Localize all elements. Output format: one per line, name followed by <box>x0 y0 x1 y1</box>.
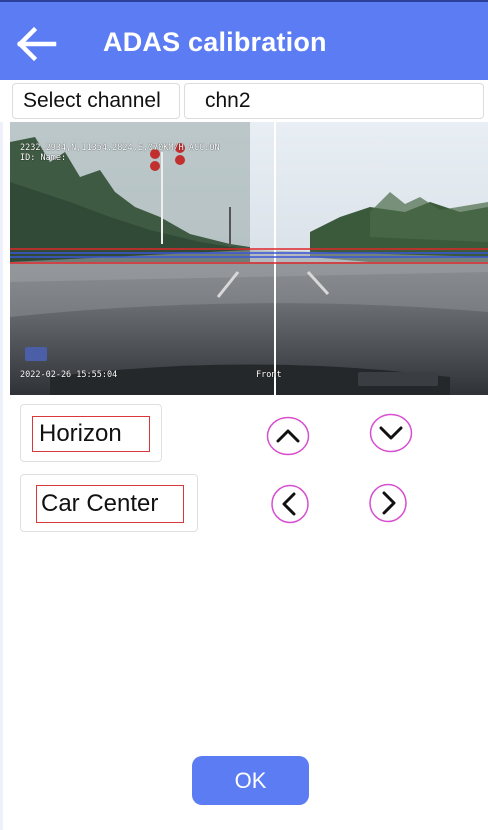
status-divider <box>0 0 488 2</box>
horizon-up-button[interactable] <box>266 416 310 456</box>
horizon-label-box: Horizon <box>20 404 162 462</box>
car-center-label-box: Car Center <box>20 474 198 532</box>
car-center-right-button[interactable] <box>368 483 408 523</box>
app-bar: ADAS calibration <box>0 0 488 80</box>
chevron-up-icon <box>266 416 310 456</box>
channel-selector[interactable]: chn2 <box>184 83 484 119</box>
channel-row: Select channel chn2 <box>0 80 488 122</box>
osd-id-line: ID: Name: <box>20 153 67 163</box>
camera-preview[interactable]: 2232.2934,N,11354.2824,E,070KM/H ACC:ON … <box>10 122 488 395</box>
camera-frame <box>10 122 488 395</box>
horizon-label: Horizon <box>32 416 150 452</box>
adas-calibration-screen: ADAS calibration Select channel chn2 223… <box>0 0 488 830</box>
left-edge-shade <box>0 80 3 830</box>
select-channel-label: Select channel <box>12 83 180 119</box>
ok-button[interactable]: OK <box>192 756 309 805</box>
arrow-left-icon <box>16 26 57 62</box>
chevron-left-icon <box>271 484 309 524</box>
horizon-down-button[interactable] <box>369 413 413 453</box>
chevron-right-icon <box>369 483 407 523</box>
osd-timestamp: 2022-02-26 15:55:04 <box>20 370 118 380</box>
car-center-label: Car Center <box>36 485 184 523</box>
page-title: ADAS calibration <box>103 27 327 57</box>
car-center-left-button[interactable] <box>270 484 310 524</box>
chevron-down-icon <box>369 413 413 453</box>
osd-view-label: Front <box>256 370 282 380</box>
back-button[interactable] <box>14 24 70 64</box>
